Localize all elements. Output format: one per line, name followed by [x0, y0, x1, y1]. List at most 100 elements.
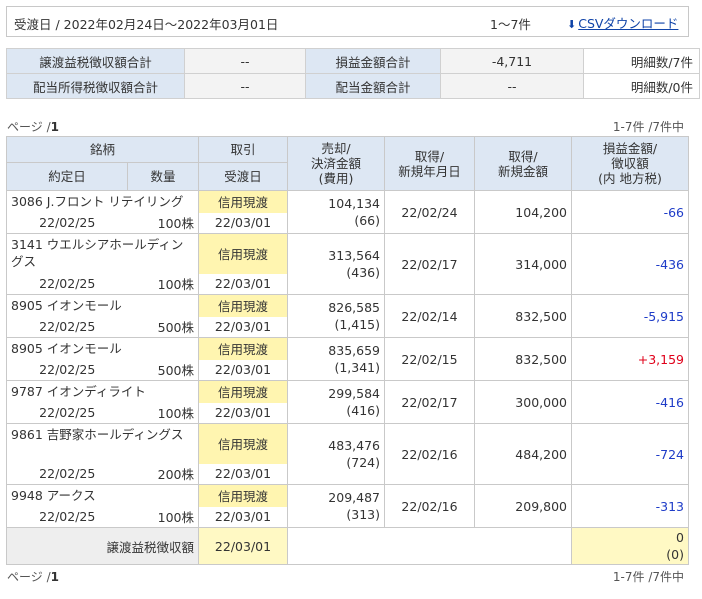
sale-amount: 299,584: [328, 386, 380, 401]
sale-cost: (313): [346, 507, 380, 522]
acquired-amount: 314,000: [474, 233, 572, 295]
summary-row-dividend: 配当所得税徴収額合計 -- 配当金額合計 -- 明細数/0件: [6, 73, 700, 99]
stock-name[interactable]: 9861 吉野家ホールディングス: [6, 423, 199, 464]
acquired-date: 22/02/15: [384, 337, 475, 381]
csv-download-label: CSVダウンロード: [578, 16, 679, 31]
acquired-amount: 209,800: [474, 484, 572, 528]
summary-value: --: [440, 73, 584, 99]
acquired-amount: 104,200: [474, 190, 572, 234]
pager-top: ページ /1: [7, 118, 59, 135]
quantity: 200株: [127, 463, 199, 485]
trade-type-badge: 信用現渡: [198, 337, 288, 360]
delivery-date-range: 受渡日 / 2022年02月24日〜2022年03月01日: [14, 17, 279, 32]
contract-date: 22/02/25: [6, 463, 128, 485]
contract-date: 22/02/25: [6, 273, 128, 295]
summary-label: 配当所得税徴収額合計: [6, 73, 185, 99]
sale-amount: 483,476: [328, 438, 380, 453]
table-row: 8905 イオンモール 信用現渡 826,585 (1,415) 22/02/14 832…: [6, 294, 689, 338]
contract-date: 22/02/25: [6, 316, 128, 338]
stock-name[interactable]: 9948 アークス: [6, 484, 199, 507]
pager-prefix: ページ /: [7, 120, 51, 134]
summary-row-transfer: 譲渡益税徴収額合計 -- 損益金額合計 -4,711 明細数/7件: [6, 48, 700, 74]
header-quantity: 数量: [127, 162, 199, 191]
table-row: 9861 吉野家ホールディングス 信用現渡 483,476 (724) 22/02/16…: [6, 423, 689, 485]
header-sale-amount: 売却/ 決済金額 (費用): [287, 136, 385, 191]
trade-type-badge: 信用現渡: [198, 484, 288, 507]
header-delivery-date: 受渡日: [198, 162, 288, 191]
header-acquired-date: 取得/ 新規年月日: [384, 136, 475, 191]
trade-type-badge: 信用現渡: [198, 190, 288, 213]
contract-date: 22/02/25: [6, 212, 128, 234]
csv-download-link[interactable]: ⬇ CSVダウンロード: [567, 13, 678, 32]
quantity: 100株: [127, 402, 199, 424]
footer-spacer: [287, 527, 572, 565]
acquired-date: 22/02/17: [384, 233, 475, 295]
gain-amount: +3,159: [571, 337, 689, 381]
acquired-date: 22/02/16: [384, 484, 475, 528]
stock-name[interactable]: 8905 イオンモール: [6, 337, 199, 360]
summary-table: 譲渡益税徴収額合計 -- 損益金額合計 -4,711 明細数/7件 配当所得税徴…: [6, 48, 700, 99]
summary-label: 譲渡益税徴収額合計: [6, 48, 185, 74]
contract-date: 22/02/25: [6, 359, 128, 381]
summary-label: 損益金額合計: [305, 48, 441, 74]
sale-cost: (416): [346, 403, 380, 418]
delivery-date: 22/03/01: [198, 463, 288, 485]
footer-tax-total: 0 (0): [571, 527, 689, 565]
footer-delivery-date: 22/03/01: [198, 527, 288, 565]
table-row: 9787 イオンディライト 信用現渡 299,584 (416) 22/02/17 300…: [6, 380, 689, 424]
quantity: 100株: [127, 212, 199, 234]
page-summary-top: 1-7件 /7件中: [612, 120, 684, 134]
delivery-date: 22/03/01: [198, 402, 288, 424]
table-row: 3141 ウエルシアホールディングス 信用現渡 313,564 (436) 22/02/…: [6, 233, 689, 295]
summary-detail-count: 明細数/0件: [583, 73, 700, 99]
sale-amount-cell: 313,564 (436): [287, 233, 385, 295]
acquired-date: 22/02/17: [384, 380, 475, 424]
gain-amount: -5,915: [571, 294, 689, 338]
sale-amount-cell: 299,584 (416): [287, 380, 385, 424]
gain-amount: -436: [571, 233, 689, 295]
quantity: 100株: [127, 273, 199, 295]
filter-bar: 受渡日 / 2022年02月24日〜2022年03月01日 1〜7件 ⬇ CSVダ…: [6, 6, 689, 37]
page-link[interactable]: 1: [51, 120, 59, 134]
transaction-table: 銘柄 取引 売却/ 決済金額 (費用) 取得/ 新規年月日 取得/ 新規金額 損…: [6, 136, 689, 565]
header-gain: 損益金額/ 徴収額 (内 地方税): [571, 136, 689, 191]
sale-amount: 835,659: [328, 343, 380, 358]
trade-type-badge: 信用現渡: [198, 423, 288, 464]
header-trade: 取引: [198, 136, 288, 163]
page-link[interactable]: 1: [51, 570, 59, 584]
stock-name[interactable]: 3086 J.フロント リテイリング: [6, 190, 199, 213]
sale-cost: (1,341): [334, 360, 380, 375]
table-row: 9948 アークス 信用現渡 209,487 (313) 22/02/16 209,800…: [6, 484, 689, 528]
pager-prefix: ページ /: [7, 570, 51, 584]
result-count: 1〜7件: [490, 17, 531, 32]
header-contract-date: 約定日: [6, 162, 128, 191]
sale-cost: (724): [346, 455, 380, 470]
sale-amount-cell: 483,476 (724): [287, 423, 385, 485]
footer-total-value: 0: [676, 530, 684, 545]
sale-cost: (66): [354, 213, 380, 228]
acquired-amount: 484,200: [474, 423, 572, 485]
trade-type-badge: 信用現渡: [198, 233, 288, 274]
quantity: 500株: [127, 316, 199, 338]
sale-amount: 826,585: [328, 300, 380, 315]
header-acquired-amount: 取得/ 新規金額: [474, 136, 572, 191]
sale-amount: 313,564: [328, 248, 380, 263]
sale-cost: (436): [346, 265, 380, 280]
header-stock: 銘柄: [6, 136, 199, 163]
gain-amount: -313: [571, 484, 689, 528]
sale-amount: 104,134: [328, 196, 380, 211]
stock-name[interactable]: 3141 ウエルシアホールディングス: [6, 233, 199, 274]
delivery-date: 22/03/01: [198, 316, 288, 338]
summary-detail-count: 明細数/7件: [583, 48, 700, 74]
trade-type-badge: 信用現渡: [198, 294, 288, 317]
acquired-amount: 832,500: [474, 294, 572, 338]
table-row: 3086 J.フロント リテイリング 信用現渡 104,134 (66) 22/02/2…: [6, 190, 689, 234]
sale-amount-cell: 209,487 (313): [287, 484, 385, 528]
stock-name[interactable]: 9787 イオンディライト: [6, 380, 199, 403]
pager-bottom: ページ /1: [7, 568, 59, 585]
trade-type-badge: 信用現渡: [198, 380, 288, 403]
stock-name[interactable]: 8905 イオンモール: [6, 294, 199, 317]
acquired-amount: 300,000: [474, 380, 572, 424]
gain-amount: -724: [571, 423, 689, 485]
gain-amount: -66: [571, 190, 689, 234]
